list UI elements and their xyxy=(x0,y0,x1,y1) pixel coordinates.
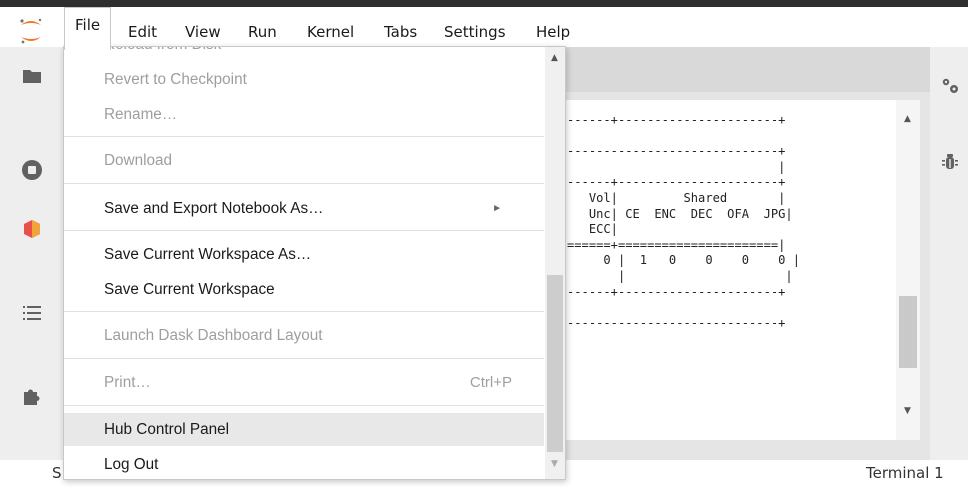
menu-separator xyxy=(64,183,544,184)
terminal-output: ------+----------------------+ ---------… xyxy=(567,113,800,330)
menu-item-download[interactable]: Download xyxy=(64,144,544,177)
menu-item-log-out[interactable]: Log Out xyxy=(64,448,544,479)
main-menubar: Edit View Run Kernel Tabs Settings Help xyxy=(0,7,968,47)
scroll-up-arrow-icon[interactable]: ▲ xyxy=(904,114,911,124)
menu-file[interactable]: File xyxy=(64,7,111,50)
scroll-down-arrow-icon[interactable]: ▼ xyxy=(904,406,911,416)
menu-help[interactable]: Help xyxy=(536,21,570,43)
menu-scroll-thumb[interactable] xyxy=(547,275,563,452)
menu-tabs[interactable]: Tabs xyxy=(384,21,417,43)
terminal-panel[interactable]: ------+----------------------+ ---------… xyxy=(540,100,920,440)
file-menu-dropdown: Reload from Disk Revert to Checkpoint Re… xyxy=(63,46,566,480)
menu-item-reload-from-disk[interactable]: Reload from Disk xyxy=(64,47,544,61)
menu-item-save-and-export-label: Save and Export Notebook As… xyxy=(104,200,324,217)
menu-separator xyxy=(64,136,544,137)
menu-separator xyxy=(64,311,544,312)
menu-item-save-workspace-as[interactable]: Save Current Workspace As… xyxy=(64,238,544,271)
extension-cube-icon[interactable] xyxy=(20,217,44,241)
menu-item-print-label: Print… xyxy=(104,374,151,391)
menu-item-revert-to-checkpoint[interactable]: Revert to Checkpoint xyxy=(64,63,544,96)
stop-circle-icon[interactable] xyxy=(20,158,44,182)
menu-settings[interactable]: Settings xyxy=(444,21,506,43)
menu-item-save-workspace[interactable]: Save Current Workspace xyxy=(64,273,544,306)
terminal-scroll-thumb[interactable] xyxy=(899,296,917,368)
debugger-bug-icon[interactable] xyxy=(939,151,961,173)
menu-separator xyxy=(64,230,544,231)
folder-icon[interactable] xyxy=(20,64,44,88)
submenu-arrow-icon: ► xyxy=(492,203,502,214)
menu-edit[interactable]: Edit xyxy=(128,21,157,43)
property-inspector-gears-icon[interactable] xyxy=(939,75,961,97)
menu-scroll-down-arrow-icon[interactable]: ▼ xyxy=(551,459,558,469)
terminal-scrollbar[interactable]: ▲ ▼ xyxy=(896,100,920,440)
menu-separator xyxy=(64,405,544,406)
status-active-tab: Terminal 1 xyxy=(866,464,944,482)
list-icon[interactable] xyxy=(20,301,44,325)
left-sidebar xyxy=(0,47,63,487)
print-shortcut: Ctrl+P xyxy=(469,374,512,391)
menu-run[interactable]: Run xyxy=(248,21,277,43)
menu-separator xyxy=(64,358,544,359)
menu-item-launch-dask-layout[interactable]: Launch Dask Dashboard Layout xyxy=(64,319,544,352)
menu-kernel[interactable]: Kernel xyxy=(307,21,354,43)
menu-item-print[interactable]: Print… Ctrl+P xyxy=(64,366,544,399)
window-top-strip xyxy=(0,0,968,7)
right-sidebar xyxy=(930,47,968,460)
puzzle-icon[interactable] xyxy=(20,384,44,408)
menu-item-rename[interactable]: Rename… xyxy=(64,98,544,131)
menu-scroll-up-arrow-icon[interactable]: ▲ xyxy=(551,53,558,63)
jupyter-logo-icon[interactable] xyxy=(18,16,44,46)
menu-file-label: File xyxy=(75,16,101,34)
menu-view[interactable]: View xyxy=(185,21,221,43)
status-left-text: S xyxy=(52,464,62,482)
menu-item-hub-control-panel[interactable]: Hub Control Panel xyxy=(64,413,544,446)
menu-item-save-and-export[interactable]: Save and Export Notebook As… ► xyxy=(64,192,544,225)
menu-scrollbar[interactable]: ▲ ▼ xyxy=(545,47,565,479)
